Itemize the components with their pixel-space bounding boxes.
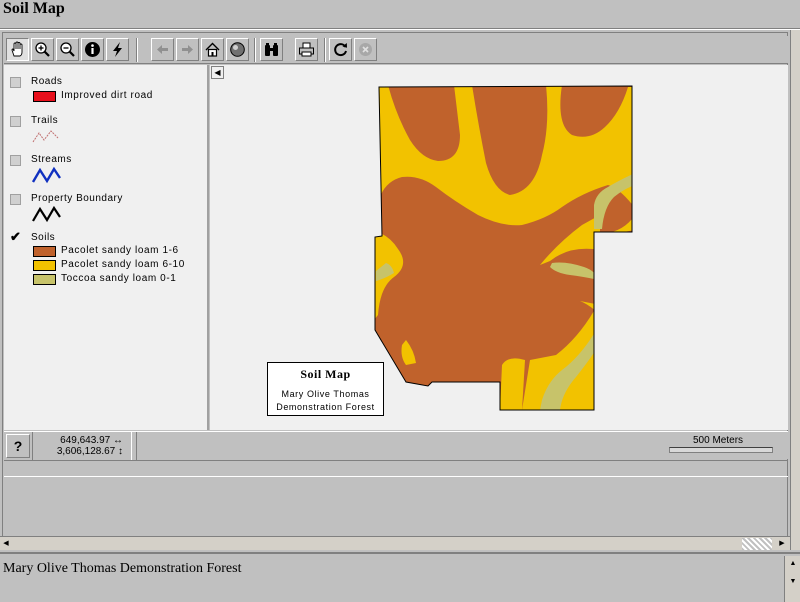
toolbar-separator	[324, 38, 326, 62]
boundary-checkbox[interactable]	[10, 194, 21, 205]
footer-text: Mary Olive Thomas Demonstration Forest	[3, 561, 242, 576]
map-view[interactable]: ◀ Soil Map Mary Olive Thomas Demonstrati…	[210, 65, 788, 430]
title-divider	[0, 28, 800, 30]
legend-item-label: Improved dirt road	[61, 90, 153, 101]
back-button[interactable]	[151, 38, 174, 61]
boundary-symbol-icon	[32, 205, 61, 223]
home-icon	[205, 42, 220, 57]
layer-name: Trails	[31, 115, 59, 126]
road-swatch	[33, 91, 56, 102]
full-extent-button[interactable]	[201, 38, 224, 61]
horizontal-scrollbar[interactable]: ◀ ▶	[0, 536, 790, 550]
toolbar-separator	[254, 38, 256, 62]
info-icon	[85, 42, 100, 57]
legend-item-label: Pacolet sandy loam 1-6	[61, 245, 179, 256]
stream-symbol-icon	[31, 166, 61, 184]
scale-label: 500 Meters	[693, 435, 744, 446]
footer-scrollbar[interactable]: ▲ ▼	[784, 556, 800, 602]
page-title: Soil Map	[3, 0, 65, 17]
soils-checkbox[interactable]: ✔	[10, 230, 21, 243]
identify-button[interactable]	[81, 38, 104, 61]
pan-button[interactable]	[6, 38, 29, 61]
zoom-in-icon	[35, 42, 50, 57]
globe-icon	[230, 42, 245, 57]
layer-name: Streams	[31, 154, 72, 165]
refresh-icon	[334, 43, 347, 57]
soil-swatch-toccoa-0-1	[33, 274, 56, 285]
soil-swatch-pacolet-6-10	[33, 260, 56, 271]
zoom-out-button[interactable]	[56, 38, 79, 61]
refresh-button[interactable]	[329, 38, 352, 61]
layer-name: Roads	[31, 76, 63, 87]
arrow-left-icon	[157, 45, 168, 54]
scroll-up-icon[interactable]: ▲	[787, 558, 799, 570]
lightning-icon	[113, 42, 122, 57]
forward-button[interactable]	[176, 38, 199, 61]
map-subtitle: Mary Olive Thomas Demonstration Forest	[268, 388, 383, 414]
stop-icon	[359, 43, 372, 56]
footer-frame: Mary Olive Thomas Demonstration Forest ▲…	[0, 552, 800, 602]
hand-icon	[11, 41, 23, 57]
message-bar	[4, 460, 788, 477]
zoom-out-icon	[60, 42, 75, 57]
layer-name: Soils	[31, 232, 56, 243]
hotlink-button[interactable]	[106, 38, 129, 61]
toolbar	[4, 36, 788, 64]
roads-checkbox[interactable]	[10, 77, 21, 88]
y-coordinate: 3,606,128.67 ↕	[56, 446, 123, 457]
legend-panel: Roads Improved dirt road Trails Streams …	[4, 65, 209, 430]
x-coordinate: 649,643.97 ↔	[60, 435, 123, 446]
scale-bar	[669, 447, 773, 453]
status-bar: ? 649,643.97 ↔ 3,606,128.67 ↕ 500 Meters	[4, 431, 788, 460]
print-button[interactable]	[295, 38, 318, 61]
arrow-right-icon	[182, 45, 193, 54]
title-bar: Soil Map	[0, 0, 800, 28]
right-scrollbar[interactable]	[790, 30, 800, 550]
trails-checkbox[interactable]	[10, 116, 21, 127]
scroll-left-icon[interactable]: ◀	[0, 538, 12, 550]
map-title: Soil Map	[300, 367, 351, 381]
globe-button[interactable]	[226, 38, 249, 61]
map-subtitle-line: Demonstration Forest	[276, 402, 375, 412]
zoom-in-button[interactable]	[31, 38, 54, 61]
streams-checkbox[interactable]	[10, 155, 21, 166]
coordinate-readout: 649,643.97 ↔ 3,606,128.67 ↕	[32, 432, 132, 460]
scroll-right-icon[interactable]: ▶	[776, 538, 788, 550]
help-button[interactable]: ?	[6, 434, 30, 458]
scroll-thumb[interactable]	[742, 538, 772, 550]
layer-name: Property Boundary	[31, 193, 123, 204]
legend-item-label: Toccoa sandy loam 0-1	[61, 273, 177, 284]
scale-area: 500 Meters	[136, 432, 788, 460]
stop-button[interactable]	[354, 38, 377, 61]
printer-icon	[299, 42, 314, 57]
binoculars-icon	[265, 43, 278, 56]
trail-symbol-icon	[32, 130, 59, 143]
toolbar-separator	[136, 38, 138, 62]
legend-item-label: Pacolet sandy loam 6-10	[61, 259, 185, 270]
scroll-down-icon[interactable]: ▼	[787, 576, 799, 588]
map-title-box: Soil Map Mary Olive Thomas Demonstration…	[267, 362, 384, 416]
map-subtitle-line: Mary Olive Thomas	[281, 389, 370, 399]
soil-swatch-pacolet-1-6	[33, 246, 56, 257]
find-button[interactable]	[260, 38, 283, 61]
